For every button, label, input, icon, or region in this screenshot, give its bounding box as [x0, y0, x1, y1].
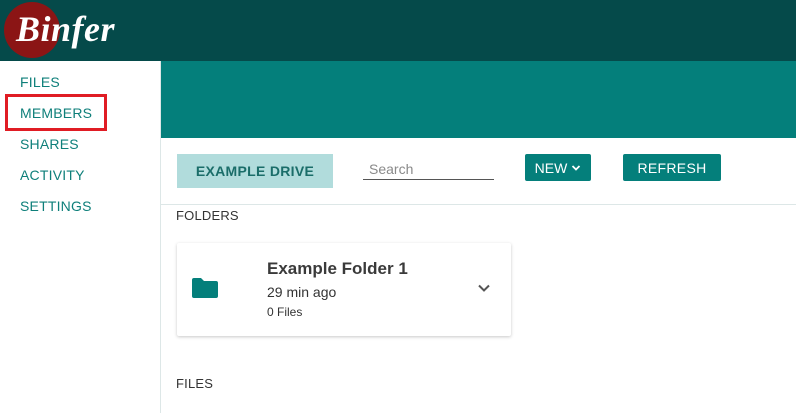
- logo-text: Binfer: [16, 9, 116, 49]
- binfer-logo[interactable]: Binfer: [4, 2, 164, 58]
- folder-name[interactable]: Example Folder 1: [267, 259, 408, 279]
- example-drive-button[interactable]: EXAMPLE DRIVE: [177, 154, 333, 188]
- content-banner: [161, 61, 796, 138]
- sidebar-item-files[interactable]: FILES: [20, 74, 60, 90]
- files-section-label: FILES: [176, 376, 214, 391]
- sidebar-item-activity[interactable]: ACTIVITY: [20, 167, 85, 183]
- folder-card[interactable]: Example Folder 1 29 min ago 0 Files: [177, 243, 511, 336]
- refresh-button[interactable]: REFRESH: [623, 154, 721, 181]
- top-bar: Binfer: [0, 0, 796, 61]
- new-button[interactable]: NEW: [525, 154, 591, 181]
- sidebar-item-shares[interactable]: SHARES: [20, 136, 79, 152]
- folders-section-label: FOLDERS: [176, 208, 239, 223]
- sidebar-item-members[interactable]: MEMBERS: [20, 105, 92, 121]
- chevron-down-icon: [572, 164, 581, 171]
- sidebar: FILES MEMBERS SHARES ACTIVITY SETTINGS: [0, 61, 161, 413]
- folder-file-count: 0 Files: [267, 305, 303, 319]
- chevron-down-icon[interactable]: [477, 283, 491, 293]
- toolbar: EXAMPLE DRIVE NEW REFRESH: [161, 138, 796, 205]
- sidebar-item-settings[interactable]: SETTINGS: [20, 198, 92, 214]
- folder-modified-time: 29 min ago: [267, 284, 337, 300]
- folder-icon: [192, 278, 218, 298]
- search-input[interactable]: [363, 158, 494, 180]
- new-button-label: NEW: [534, 159, 568, 176]
